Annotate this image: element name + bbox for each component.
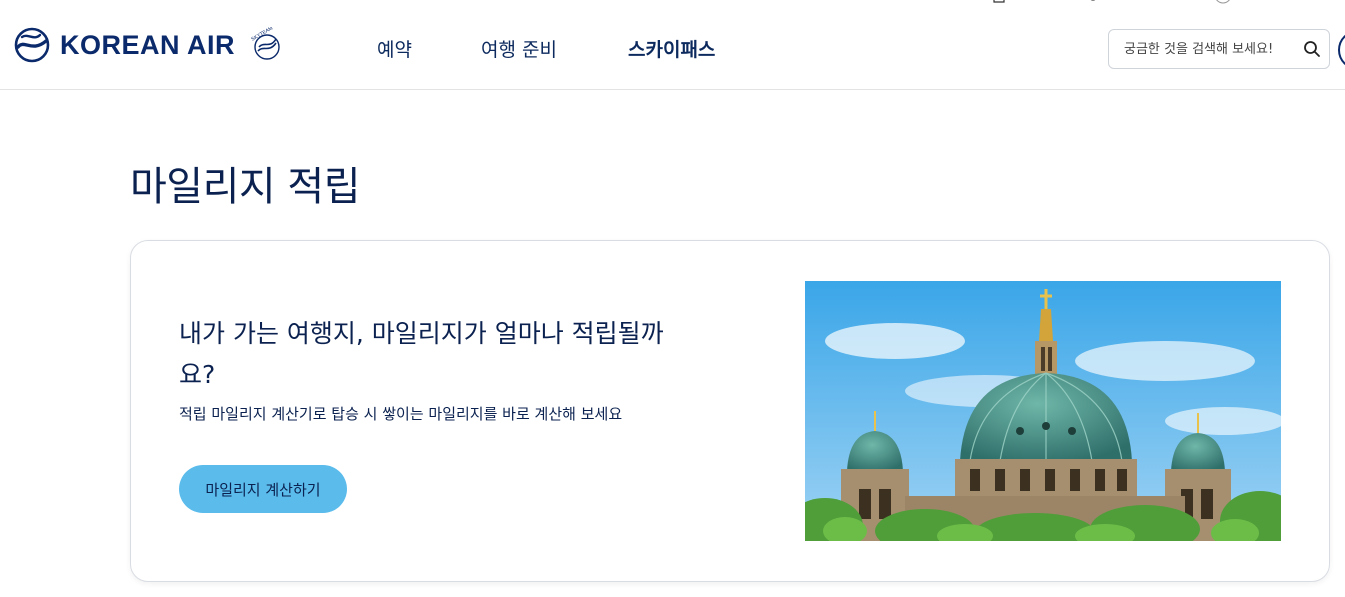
- nav-item-skypass[interactable]: 스카이패스: [628, 35, 715, 62]
- nav-item-reservation[interactable]: 예약: [377, 35, 412, 62]
- nav-item-travel-prep[interactable]: 여행 준비: [481, 35, 557, 62]
- cathedral-illustration: [805, 281, 1281, 541]
- berlin-cathedral-image: [805, 281, 1281, 541]
- mileage-calculator-card: 내가 가는 여행지, 마일리지가 얼마나 적립될까요? 적립 마일리지 계산기로…: [130, 240, 1330, 582]
- menu-icon[interactable]: [1338, 30, 1345, 70]
- globe-icon[interactable]: [992, 0, 1006, 4]
- skyteam-logo-icon: SKYTEAM: [250, 27, 280, 60]
- top-utility-bar: [990, 0, 1250, 4]
- search-box: [1108, 29, 1330, 69]
- logo-text: KOREAN AIR: [60, 29, 236, 60]
- search-input[interactable]: [1124, 41, 1300, 57]
- notification-icon[interactable]: [1216, 0, 1230, 4]
- page-title: 마일리지 적립: [130, 164, 361, 210]
- mileage-calculator-button[interactable]: 마일리지 계산하기: [179, 465, 347, 513]
- site-header: KOREAN AIR SKYTEAM 예약 여행 준비 스카이패스: [0, 0, 1345, 90]
- korean-air-emblem-icon: [14, 27, 50, 63]
- user-icon[interactable]: [1086, 0, 1100, 4]
- card-description: 적립 마일리지 계산기로 탑승 시 쌓이는 마일리지를 바로 계산해 보세요: [179, 405, 623, 423]
- search-icon[interactable]: [1300, 37, 1324, 61]
- card-heading: 내가 가는 여행지, 마일리지가 얼마나 적립될까요?: [179, 319, 664, 389]
- korean-air-logo[interactable]: KOREAN AIR SKYTEAM: [14, 24, 283, 66]
